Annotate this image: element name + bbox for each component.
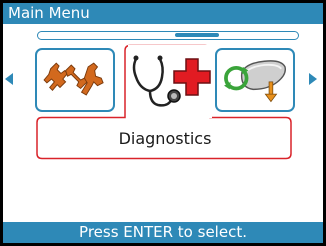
status-hint: Press ENTER to select.	[79, 223, 247, 241]
menu-item-tools[interactable]	[35, 48, 115, 112]
menu-item-refresh[interactable]	[215, 48, 295, 112]
refresh-device-icon	[224, 60, 286, 103]
status-bar: Press ENTER to select.	[3, 222, 323, 243]
stethoscope-medical-cross-icon	[132, 55, 211, 107]
menu-item-diagnostics[interactable]	[128, 45, 212, 118]
menu-scrollbar[interactable]	[37, 31, 299, 40]
scroll-right-arrow-icon[interactable]	[309, 73, 317, 85]
screen: Main Menu Diagnostics Press ENTER to sel…	[3, 3, 323, 243]
title-bar: Main Menu	[3, 3, 323, 24]
selected-item-label: Diagnostics	[118, 128, 212, 148]
menu-title: Main Menu	[8, 4, 90, 22]
scrollbar-thumb[interactable]	[175, 33, 220, 37]
scroll-left-arrow-icon[interactable]	[5, 73, 13, 85]
tools-icon	[43, 62, 104, 96]
